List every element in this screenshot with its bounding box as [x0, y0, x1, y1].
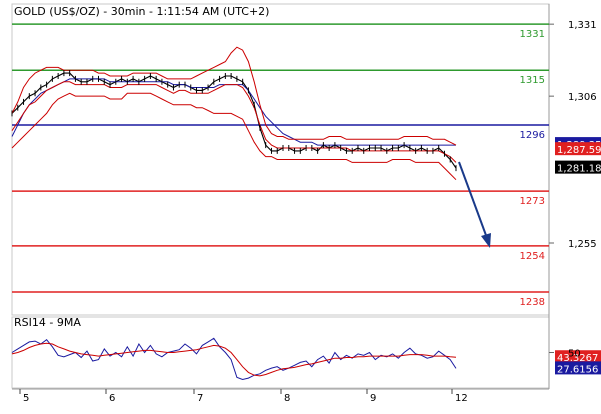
price-axis-label-0: 1,331: [568, 20, 597, 31]
level-label-2: 1296: [520, 130, 545, 141]
price-axis-label-2: 1,255: [568, 239, 597, 250]
time-axis-label-1: 6: [109, 393, 115, 404]
level-label-5: 1238: [520, 297, 545, 308]
price-chart-title: GOLD (US$/OZ) - 30min - 1:11:54 AM (UTC+…: [14, 5, 269, 18]
level-label-1: 1315: [520, 75, 545, 86]
price-axis-label-1: 1,306: [568, 92, 597, 103]
price-tag-1: 1,287.59: [557, 145, 601, 156]
price-tag-2: 1,281.18: [557, 164, 601, 175]
rsi-chart-title: RSI14 - 9MA: [14, 316, 81, 329]
time-axis-label-4: 9: [370, 393, 376, 404]
time-axis-label-3: 8: [284, 393, 290, 404]
gold-chart: 133113151296127312541238 1,289.351,287.5…: [0, 0, 601, 414]
background: [0, 0, 601, 414]
level-label-0: 1331: [520, 29, 545, 40]
rsi-tag-1: 27.6156: [557, 364, 598, 375]
rsi-axis-label-0: 50: [568, 349, 581, 360]
time-axis-label-5: 12: [455, 393, 468, 404]
time-axis-label-2: 7: [197, 393, 203, 404]
time-axis-label-0: 5: [23, 393, 29, 404]
level-label-3: 1273: [520, 196, 545, 207]
level-label-4: 1254: [520, 251, 545, 262]
